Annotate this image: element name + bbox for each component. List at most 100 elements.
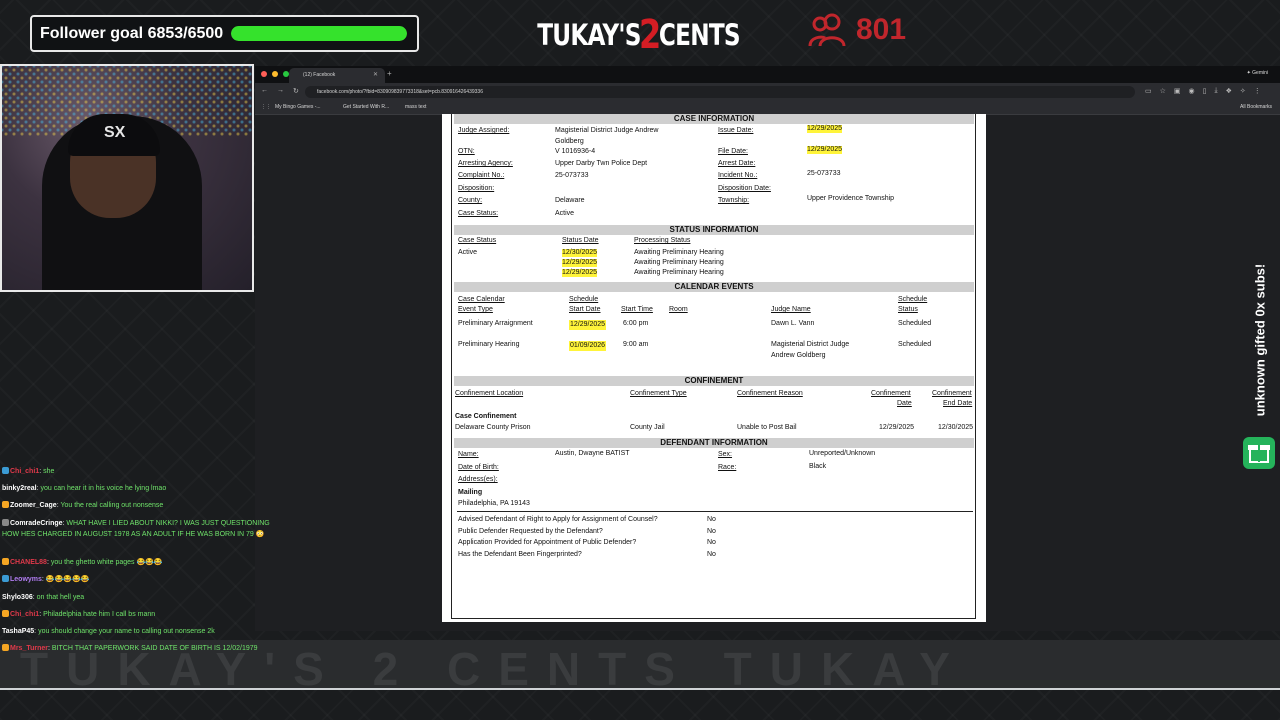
- header-schedule-status-1: Schedule: [898, 296, 928, 303]
- gemini-button[interactable]: ✦ Gemini: [1247, 70, 1268, 76]
- address-bar-row: ← → ↻ facebook.com/photo/?fbid=830909839…: [255, 83, 1280, 101]
- case-field-value: Magisterial District Judge Andrew: [555, 127, 659, 134]
- document-frame: CASE INFORMATION Judge Assigned: Magister…: [451, 114, 976, 619]
- case-field-label: Township:: [718, 197, 750, 204]
- event-judge: Andrew Goldberg: [771, 352, 826, 359]
- label-mailing: Mailing: [458, 489, 483, 496]
- window-controls[interactable]: [261, 71, 289, 77]
- defendant-sex: Unreported/Unknown: [809, 450, 876, 457]
- bookmarks-bar: ⋮⋮ My Bingo Games -... Get Started With …: [255, 101, 1280, 115]
- defendant-name: Austin, Dwayne BATIST: [555, 450, 630, 457]
- section-defendant-information: DEFENDANT INFORMATION: [454, 438, 974, 448]
- label-dob: Date of Birth:: [458, 464, 499, 471]
- case-field-value: 25-073733: [555, 172, 589, 179]
- chat-text: you can hear it in his voice he lying lm…: [40, 485, 167, 492]
- bookmark-1[interactable]: My Bingo Games -...: [275, 104, 321, 110]
- event-status: Scheduled: [898, 341, 932, 348]
- chat-badge-icon: [2, 644, 9, 651]
- chat-username[interactable]: Leowyms: [10, 576, 42, 583]
- header-event-type: Event Type: [458, 306, 493, 313]
- question-answer: No: [707, 527, 716, 535]
- download-icon[interactable]: ⤓: [1215, 87, 1218, 95]
- case-field-label: Disposition:: [458, 185, 495, 192]
- bookmark-2[interactable]: Get Started With R...: [343, 104, 389, 110]
- minimize-window-icon[interactable]: [272, 71, 278, 77]
- puzzle-icon[interactable]: ❖: [1226, 87, 1232, 95]
- header-confinement-location: Confinement Location: [455, 390, 524, 397]
- chat-username[interactable]: ComradeCringe: [10, 520, 63, 527]
- tab-bar: (12) Facebook ✕ + ✦ Gemini: [255, 66, 1280, 83]
- defendant-race: Black: [809, 463, 827, 470]
- question-answer: No: [707, 550, 716, 558]
- chat-message: Mrs_Turner: BITCH THAT PAPERWORK SAID DA…: [2, 643, 280, 654]
- divider: [457, 511, 973, 512]
- label-name: Name:: [458, 451, 479, 458]
- label-sex: Sex:: [718, 451, 733, 458]
- new-tab-icon[interactable]: +: [387, 69, 392, 78]
- event-time: 9:00 am: [623, 341, 649, 348]
- case-field-label: Issue Date:: [718, 127, 754, 134]
- case-field-value: 12/29/2025: [807, 146, 843, 154]
- forward-icon[interactable]: →: [277, 87, 284, 95]
- case-field-value: 12/29/2025: [807, 125, 843, 133]
- chat-message: ComradeCringe: WHAT HAVE I LIED ABOUT NI…: [2, 518, 280, 540]
- chat-text: 😂😂😂😂😂: [45, 576, 90, 583]
- extension-icon[interactable]: ▣: [1174, 87, 1181, 95]
- chat-username[interactable]: Mrs_Turner: [10, 645, 48, 652]
- back-icon[interactable]: ←: [261, 87, 268, 95]
- chat-username[interactable]: Zoomer_Cage: [10, 502, 57, 509]
- header-room: Room: [669, 306, 688, 313]
- chat-username[interactable]: Chi_chi1: [10, 611, 39, 618]
- case-field-label: Incident No.:: [718, 172, 758, 179]
- url-input[interactable]: facebook.com/photo/?fbid=830909839773318…: [305, 86, 1135, 98]
- star-icon[interactable]: ☆: [1160, 87, 1166, 95]
- chat-username[interactable]: Shylo306: [2, 594, 33, 601]
- case-status-value: Active: [458, 249, 478, 256]
- processing-status: Awaiting Preliminary Hearing: [634, 249, 724, 256]
- profile-icon[interactable]: ◉: [1189, 87, 1195, 95]
- case-field-value: 25-073733: [807, 170, 841, 177]
- event-type: Preliminary Arraignment: [458, 320, 533, 327]
- header-confinement-reason: Confinement Reason: [737, 390, 803, 397]
- bookmark-3[interactable]: mass text: [405, 104, 426, 110]
- header-confinement-end-1: Confinement: [932, 390, 972, 397]
- chat-badge-icon: [2, 467, 9, 474]
- chat-badge-icon: [2, 501, 9, 508]
- all-bookmarks[interactable]: All Bookmarks: [1240, 104, 1272, 110]
- reload-icon[interactable]: ↻: [293, 87, 299, 95]
- chat-badge-icon: [2, 558, 9, 565]
- chat-text: you should change your name to calling o…: [38, 628, 215, 635]
- close-window-icon[interactable]: [261, 71, 267, 77]
- gemini-icon[interactable]: ✧: [1240, 87, 1246, 95]
- chat-username[interactable]: CHANEL88: [10, 559, 47, 566]
- chat-panel: Chi_chi1: she binky2real: you can hear it…: [0, 466, 282, 674]
- label-race: Race:: [718, 464, 737, 471]
- case-field-label: Disposition Date:: [718, 185, 771, 192]
- case-field-label: Arresting Agency:: [458, 160, 513, 167]
- case-field-label: OTN:: [458, 148, 475, 155]
- header-start-date: Start Date: [569, 306, 601, 313]
- chat-badge-icon: [2, 610, 9, 617]
- chat-username[interactable]: TashaP45: [2, 628, 34, 635]
- header-schedule: Schedule: [569, 296, 599, 303]
- viewer-counter: 801: [808, 10, 906, 50]
- label-addresses: Address(es):: [458, 476, 498, 483]
- apps-icon[interactable]: ⋮⋮: [261, 104, 271, 110]
- tab-facebook[interactable]: (12) Facebook ✕: [289, 68, 385, 83]
- sub-gift-text: unknown gifted 0x subs!: [1252, 263, 1268, 417]
- case-confinement-label: Case Confinement: [455, 413, 517, 420]
- sidebar-icon[interactable]: ▯: [1203, 87, 1207, 95]
- menu-icon[interactable]: ⋮: [1254, 87, 1261, 95]
- chat-message: binky2real: you can hear it in his voice…: [2, 483, 280, 494]
- confinement-location: Delaware County Prison: [455, 424, 531, 431]
- header-confinement-end-2: End Date: [943, 400, 973, 407]
- chat-username[interactable]: Chi_chi1: [10, 468, 39, 475]
- close-tab-icon[interactable]: ✕: [373, 71, 378, 78]
- chat-message: Leowyms: 😂😂😂😂😂: [2, 574, 280, 585]
- header-schedule-status-2: Status: [898, 306, 918, 313]
- install-icon[interactable]: ▭: [1145, 87, 1152, 95]
- status-date: 12/29/2025: [562, 269, 598, 277]
- case-field-value: Delaware: [555, 197, 585, 204]
- chat-message: Zoomer_Cage: You the real calling out no…: [2, 500, 280, 511]
- chat-username[interactable]: binky2real: [2, 485, 37, 492]
